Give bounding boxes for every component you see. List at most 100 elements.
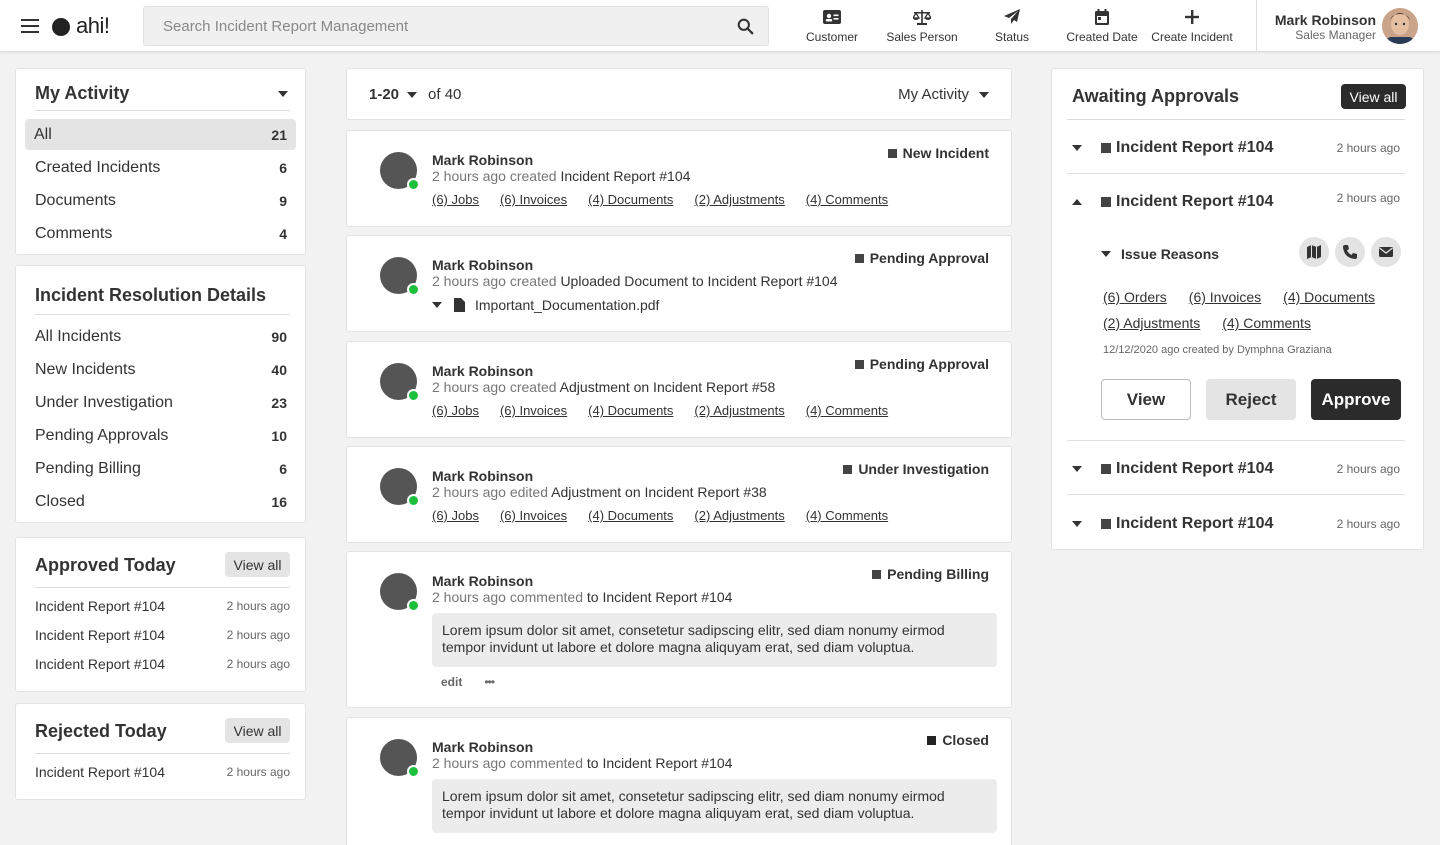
comments-link[interactable]: (4) Comments: [806, 508, 888, 523]
comments-link[interactable]: (4) Comments: [806, 403, 888, 418]
approve-button[interactable]: Approve: [1311, 379, 1401, 420]
attachment-row[interactable]: Important_Documentation.pdf: [432, 297, 659, 313]
resolution-item-pending-approvals[interactable]: Pending Approvals 10: [16, 419, 305, 452]
card-author[interactable]: Mark Robinson: [432, 468, 533, 484]
invoices-link[interactable]: (6) Invoices: [500, 192, 567, 207]
created-date-button[interactable]: Created Date: [1057, 0, 1147, 52]
activity-item-all[interactable]: All 21: [25, 119, 296, 150]
card-target[interactable]: Uploaded Document to Incident Report #10…: [560, 273, 837, 289]
customer-button[interactable]: Customer: [787, 0, 877, 52]
jobs-link[interactable]: (6) Jobs: [432, 508, 479, 523]
map-button[interactable]: [1299, 237, 1329, 267]
invoices-link[interactable]: (6) Invoices: [500, 403, 567, 418]
approval-item[interactable]: Incident Report #104 2 hours ago: [1067, 496, 1405, 550]
document-icon: [454, 298, 465, 312]
card-author[interactable]: Mark Robinson: [432, 739, 533, 755]
issue-reasons-toggle[interactable]: Issue Reasons: [1101, 246, 1219, 262]
avatar[interactable]: [1382, 8, 1418, 44]
status-square-icon: [854, 253, 864, 263]
email-button[interactable]: [1371, 237, 1401, 267]
comment-text: Lorem ipsum dolor sit amet, consetetur s…: [432, 613, 997, 667]
phone-button[interactable]: [1335, 237, 1365, 267]
invoices-link[interactable]: (6) Invoices: [1189, 284, 1261, 310]
user-profile[interactable]: Mark Robinson Sales Manager: [1256, 0, 1440, 52]
chevron-down-icon[interactable]: [1072, 466, 1082, 472]
status-button[interactable]: Status: [967, 0, 1057, 52]
card-target[interactable]: Adjustment on Incident Report #38: [551, 484, 767, 500]
adjustments-link[interactable]: (2) Adjustments: [694, 192, 784, 207]
create-incident-button[interactable]: Create Incident: [1147, 0, 1237, 52]
card-author[interactable]: Mark Robinson: [432, 257, 533, 273]
adjustments-link[interactable]: (2) Adjustments: [694, 403, 784, 418]
chevron-down-icon[interactable]: [1072, 145, 1082, 151]
hamburger-menu-icon[interactable]: [21, 19, 39, 33]
search-input[interactable]: [144, 7, 704, 45]
activity-item-comments[interactable]: Comments 4: [16, 217, 305, 250]
chevron-down-icon[interactable]: [278, 90, 288, 97]
avatar[interactable]: [380, 739, 420, 778]
card-target[interactable]: to Incident Report #104: [587, 755, 733, 771]
resolution-item-new-incidents[interactable]: New Incidents 40: [16, 353, 305, 386]
card-target[interactable]: to Incident Report #104: [587, 589, 733, 605]
activity-item-created-incidents[interactable]: Created Incidents 6: [16, 151, 305, 184]
approval-item-title[interactable]: Incident Report #104: [1116, 193, 1273, 211]
awaiting-view-all-button[interactable]: View all: [1341, 84, 1406, 109]
approved-item[interactable]: Incident Report #104 2 hours ago: [16, 591, 305, 620]
documents-link[interactable]: (4) Documents: [588, 403, 673, 418]
status-square-icon: [843, 464, 853, 474]
avatar[interactable]: [380, 573, 420, 612]
documents-link[interactable]: (4) Documents: [1283, 284, 1375, 310]
approved-view-all-button[interactable]: View all: [225, 552, 290, 577]
approved-item[interactable]: Incident Report #104 2 hours ago: [16, 649, 305, 678]
card-target[interactable]: Adjustment on Incident Report #58: [560, 379, 776, 395]
more-options-icon[interactable]: •••: [484, 675, 495, 689]
approval-item-title: Incident Report #104: [1116, 515, 1274, 532]
approval-item[interactable]: Incident Report #104 2 hours ago: [1067, 441, 1405, 495]
adjustments-link[interactable]: (2) Adjustments: [694, 508, 784, 523]
comments-link[interactable]: (4) Comments: [1222, 310, 1311, 336]
documents-link[interactable]: (4) Documents: [588, 508, 673, 523]
resolution-item-under-investigation[interactable]: Under Investigation 23: [16, 386, 305, 419]
approval-item[interactable]: Incident Report #104 2 hours ago: [1067, 120, 1405, 174]
comments-link[interactable]: (4) Comments: [806, 192, 888, 207]
app-logo[interactable]: ahi!: [52, 13, 110, 38]
avatar[interactable]: [380, 363, 420, 402]
approved-item-time: 2 hours ago: [226, 627, 290, 642]
resolution-item-closed[interactable]: Closed 16: [16, 485, 305, 518]
card-author[interactable]: Mark Robinson: [432, 363, 533, 379]
avatar[interactable]: [380, 468, 420, 507]
orders-link[interactable]: (6) Orders: [1103, 284, 1167, 310]
my-activity-header[interactable]: My Activity: [35, 83, 290, 111]
chevron-down-icon: [979, 91, 989, 98]
attachment-filename[interactable]: Important_Documentation.pdf: [475, 297, 659, 313]
adjustments-link[interactable]: (2) Adjustments: [1103, 310, 1200, 336]
sales-person-button[interactable]: Sales Person: [877, 0, 967, 52]
jobs-link[interactable]: (6) Jobs: [432, 403, 479, 418]
activity-item-documents[interactable]: Documents 9: [16, 184, 305, 217]
card-target[interactable]: Incident Report #104: [560, 168, 690, 184]
resolution-title: Incident Resolution Details: [35, 285, 267, 305]
rejected-item[interactable]: Incident Report #104 2 hours ago: [16, 757, 305, 786]
edit-link[interactable]: edit: [441, 675, 462, 689]
search-icon[interactable]: [737, 18, 754, 35]
view-button[interactable]: View: [1101, 379, 1191, 420]
approved-item[interactable]: Incident Report #104 2 hours ago: [16, 620, 305, 649]
resolution-item-all-incidents[interactable]: All Incidents 90: [16, 320, 305, 353]
chevron-up-icon[interactable]: [1072, 199, 1082, 205]
approval-item-title: Incident Report #104: [1116, 460, 1274, 477]
avatar[interactable]: [380, 257, 420, 296]
jobs-link[interactable]: (6) Jobs: [432, 192, 479, 207]
rejected-view-all-button[interactable]: View all: [225, 718, 290, 743]
invoices-link[interactable]: (6) Invoices: [500, 508, 567, 523]
chevron-down-icon[interactable]: [1072, 521, 1082, 527]
resolution-item-pending-billing[interactable]: Pending Billing 6: [16, 452, 305, 485]
card-author[interactable]: Mark Robinson: [432, 573, 533, 589]
feed-filter-dropdown[interactable]: My Activity: [898, 86, 989, 103]
documents-link[interactable]: (4) Documents: [588, 192, 673, 207]
chevron-down-icon[interactable]: [432, 302, 442, 308]
pagination-dropdown[interactable]: 1-20 of 40: [369, 86, 461, 103]
card-author[interactable]: Mark Robinson: [432, 152, 533, 168]
activity-label: Comments: [35, 224, 113, 242]
reject-button[interactable]: Reject: [1206, 379, 1296, 420]
avatar[interactable]: [380, 152, 420, 191]
